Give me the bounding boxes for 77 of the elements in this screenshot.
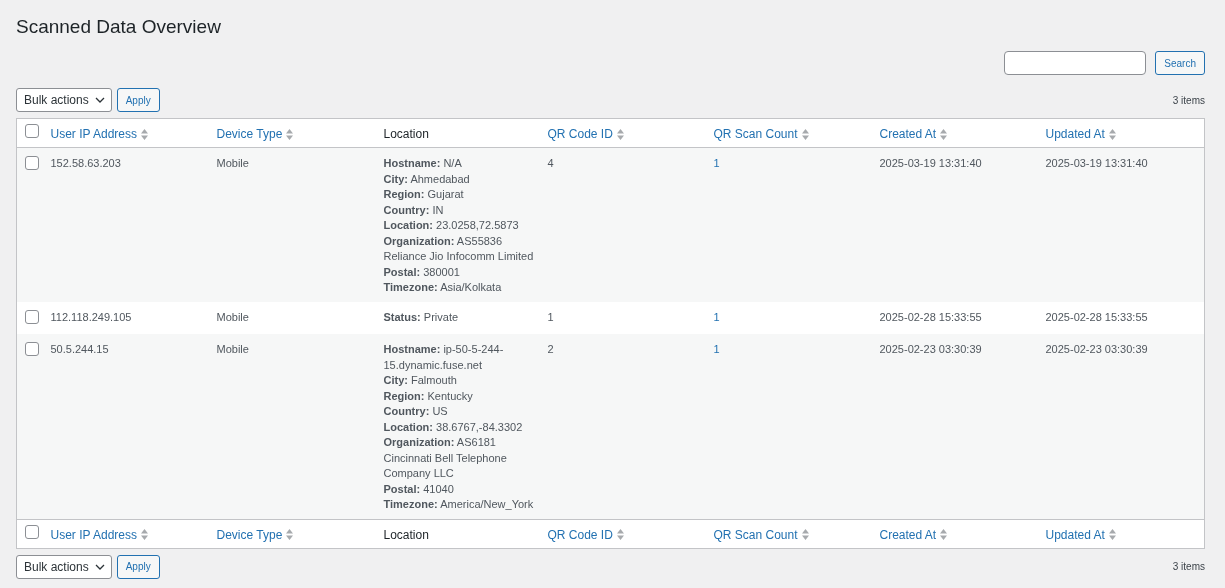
location-detail: Region: Kentucky [383, 388, 474, 404]
column-header: Location [383, 127, 429, 141]
column-header[interactable]: QR Code ID [547, 127, 624, 141]
table-cell: 2025-02-28 15:33:55 [1045, 309, 1148, 325]
column-header[interactable]: Updated At [1045, 527, 1116, 542]
search-field[interactable] [1004, 51, 1147, 75]
checkbox[interactable] [25, 524, 39, 539]
column-header[interactable]: User IP Address [50, 127, 148, 141]
column-header[interactable]: Created At [879, 527, 948, 542]
location-detail: Country: US [383, 404, 449, 419]
location-detail: Location: 23.0258,72.5873 [383, 218, 520, 233]
column-header[interactable]: QR Scan Count [713, 527, 809, 542]
table-cell-text: 2025-02-23 03:30:39 [1045, 342, 1148, 357]
sort-icon [940, 529, 948, 540]
checkbox[interactable] [25, 309, 39, 324]
location-detail: Organization: AS6181 Cincinnati Bell Telephone Company LLC [383, 435, 508, 481]
location-detail: Postal: 41040 [383, 481, 455, 497]
location-detail: Status: Private [383, 309, 460, 325]
column-header[interactable]: QR Code ID [547, 527, 624, 542]
column-header: Location [383, 527, 429, 542]
location-detail: Postal: 380001 [383, 264, 461, 280]
sort-icon [1108, 529, 1116, 540]
table-cell-text: 50.5.244.15 [50, 342, 109, 357]
table-cell: 2025-02-28 15:33:55 [879, 309, 982, 325]
location-detail: Hostname: N/A [383, 156, 463, 171]
sort-icon [616, 128, 624, 140]
table-cell-text: 2025-03-19 13:31:40 [1045, 156, 1148, 171]
sort-icon [286, 128, 294, 140]
sort-icon [801, 128, 809, 140]
page-title: Scanned Data Overview [16, 15, 222, 39]
table-cell-text: Mobile [216, 342, 249, 357]
column-header[interactable]: User IP Address [50, 527, 148, 542]
table-cell: Mobile [216, 309, 249, 325]
sort-icon [940, 128, 948, 140]
location-detail: Country: IN [383, 202, 445, 218]
location-detail: Timezone: Asia/Kolkata [383, 280, 503, 295]
sort-icon [801, 529, 809, 540]
search-button[interactable]: Search [1155, 51, 1205, 75]
location-detail: City: Ahmedabad [383, 171, 471, 187]
chevron-icon [94, 97, 105, 103]
location-detail: Location: 38.6767,-84.3302 [383, 419, 524, 435]
sort-icon [141, 529, 148, 540]
table-cell-text: Mobile [216, 156, 249, 171]
table-cell-text: 2 [547, 342, 554, 357]
checkbox[interactable] [25, 156, 39, 170]
item-count: 3 items [1172, 561, 1205, 572]
bulk-actions-dropdown[interactable]: Bulk actions [16, 88, 112, 112]
table-cell-text: 2025-02-23 03:30:39 [879, 342, 982, 357]
column-header[interactable]: Device Type [216, 127, 294, 141]
sort-icon [141, 128, 148, 140]
location-detail: City: Falmouth [383, 373, 458, 388]
column-header[interactable]: Updated At [1045, 127, 1116, 141]
column-header[interactable]: Device Type [216, 527, 294, 542]
sort-icon [616, 529, 624, 540]
chevron-icon [94, 563, 105, 570]
column-header[interactable]: Created At [879, 127, 948, 141]
item-count: 3 items [1172, 94, 1205, 106]
table-cell-text: 4 [547, 156, 554, 171]
location-detail: Region: Gujarat [383, 187, 465, 202]
checkbox[interactable] [25, 342, 39, 356]
table-cell: 1 [547, 309, 554, 325]
location-detail: Organization: AS55836 Reliance Jio Infocomm Limited [383, 233, 535, 264]
table-cell-text: 2025-03-19 13:31:40 [879, 156, 982, 171]
checkbox[interactable] [25, 124, 39, 138]
table-cell-text: 152.58.63.203 [50, 156, 121, 171]
column-header[interactable]: QR Scan Count [713, 127, 809, 141]
table-cell-text: 1 [713, 156, 720, 171]
apply-button[interactable]: Apply [116, 554, 160, 579]
table-cell: 112.118.249.105 [50, 309, 132, 325]
apply-button[interactable]: Apply [116, 88, 160, 112]
table-cell: 1 [713, 309, 720, 325]
location-detail: Timezone: America/New_York [383, 497, 535, 512]
location-detail: Hostname: ip-50-5-244-15.dynamic.fuse.net [383, 342, 505, 373]
sort-icon [1108, 128, 1116, 140]
table-cell-text: 1 [713, 342, 720, 357]
sort-icon [286, 529, 294, 540]
bulk-actions-dropdown[interactable]: Bulk actions [16, 554, 112, 579]
